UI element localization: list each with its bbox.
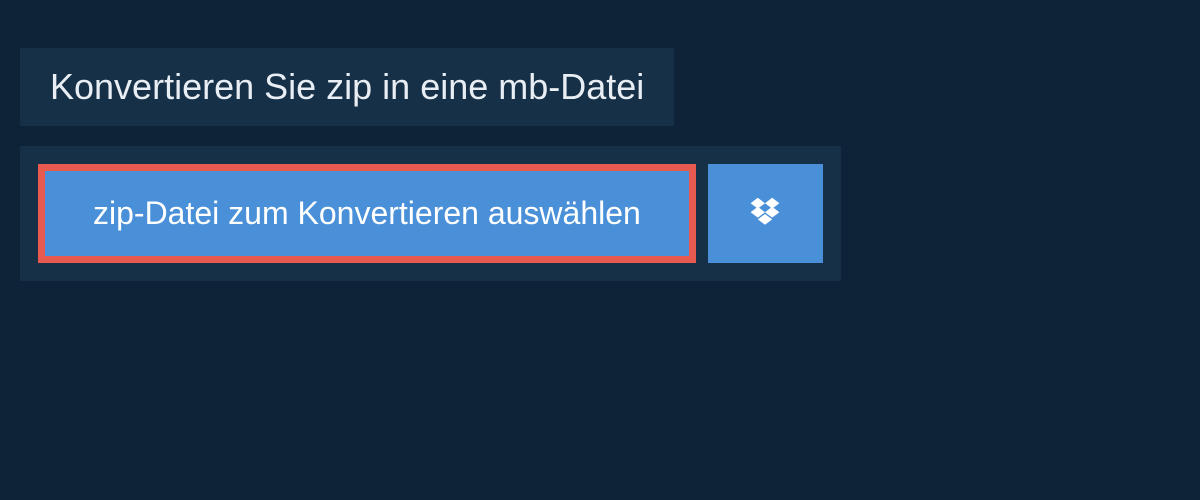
upload-area: zip-Datei zum Konvertieren auswählen	[20, 146, 841, 281]
select-file-button-label: zip-Datei zum Konvertieren auswählen	[93, 195, 641, 232]
select-file-button[interactable]: zip-Datei zum Konvertieren auswählen	[38, 164, 696, 263]
dropbox-button[interactable]	[708, 164, 823, 263]
dropbox-icon	[747, 196, 783, 232]
page-title: Konvertieren Sie zip in eine mb-Datei	[50, 66, 644, 107]
title-bar: Konvertieren Sie zip in eine mb-Datei	[20, 48, 674, 126]
